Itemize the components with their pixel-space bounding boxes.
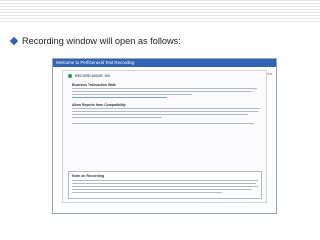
text-line xyxy=(72,180,258,182)
text-line xyxy=(72,189,252,191)
text-line xyxy=(72,88,257,90)
record-status-icon xyxy=(68,74,72,78)
text-line xyxy=(72,91,252,93)
section-title-1: Business Transaction Walk xyxy=(72,83,116,87)
bullet-diamond-icon xyxy=(9,36,19,46)
notes-box: Note on Recording xyxy=(68,171,262,199)
window-title-bar: Welcome to PerfGeneral Test Recording xyxy=(53,59,276,67)
record-status: RECORD MODE: ON xyxy=(68,74,110,78)
text-line xyxy=(72,114,248,116)
section-title-2: Allow Reports from Compatibility xyxy=(72,103,126,107)
notes-box-title: Note on Recording xyxy=(72,174,105,178)
text-line xyxy=(72,108,260,110)
recording-window-screenshot: Welcome to PerfGeneral Test Recording Pa… xyxy=(52,58,277,214)
recording-content-panel: RECORD MODE: ON Business Transaction Wal… xyxy=(62,70,267,203)
text-line xyxy=(72,123,254,125)
slide-bullet: Recording window will open as follows: xyxy=(9,34,181,48)
text-line xyxy=(72,183,256,185)
text-line xyxy=(72,94,192,96)
text-line xyxy=(72,117,162,119)
slide-header-stripes xyxy=(0,0,320,24)
text-line xyxy=(72,186,258,188)
record-status-label: RECORD MODE: ON xyxy=(75,74,110,78)
text-line xyxy=(72,111,258,113)
link-line[interactable] xyxy=(72,97,167,99)
bullet-text: Recording window will open as follows: xyxy=(22,36,181,46)
text-line xyxy=(72,192,222,194)
